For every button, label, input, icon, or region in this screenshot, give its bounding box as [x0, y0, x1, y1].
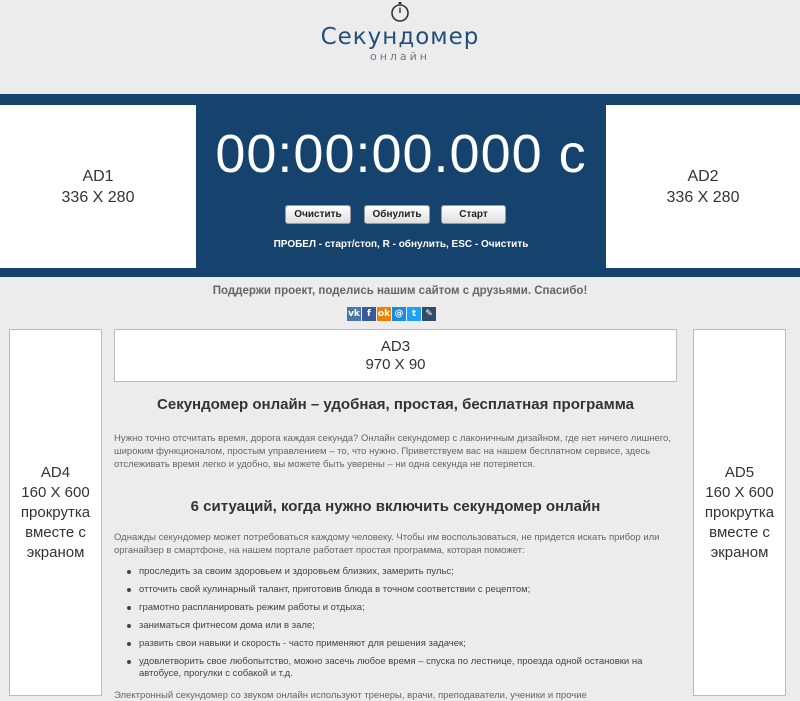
- ad-size: 160 X 600: [705, 483, 774, 501]
- ad-label: AD1: [82, 167, 114, 185]
- list-item: заниматься фитнесом дома или в зале;: [114, 620, 677, 632]
- ad-size: 160 X 600: [21, 483, 90, 501]
- ad-label: AD3: [380, 337, 411, 355]
- ad-label: AD4: [40, 463, 71, 481]
- ad-label: AD2: [687, 167, 719, 185]
- ad-note: вместе с: [709, 523, 770, 541]
- ad-slot-5[interactable]: AD5 160 X 600 прокрутка вместе с экраном: [693, 329, 786, 696]
- list-item: отточить свой кулинарный талант, пригото…: [114, 584, 677, 596]
- logo-title[interactable]: Секундомер: [0, 24, 800, 50]
- ad-slot-2[interactable]: AD2 336 X 280: [606, 105, 800, 268]
- twitter-icon[interactable]: t: [407, 307, 421, 321]
- ad-size: 970 X 90: [365, 355, 426, 373]
- article-heading: Секундомер онлайн – удобная, простая, бе…: [157, 396, 634, 413]
- site-header: Секундомер онлайн: [0, 0, 800, 94]
- use-case-list: проследить за своим здоровьем и здоровье…: [114, 566, 677, 686]
- article-subheading: 6 ситуаций, когда нужно включить секундо…: [190, 498, 601, 515]
- share-text: Поддержи проект, поделись нашим сайтом с…: [212, 285, 588, 297]
- ad-size: 336 X 280: [666, 188, 740, 206]
- ad-size: 336 X 280: [61, 188, 135, 206]
- list-item: проследить за своим здоровьем и здоровье…: [114, 566, 677, 578]
- list-item: грамотно распланировать режим работы и о…: [114, 602, 677, 614]
- facebook-icon[interactable]: f: [362, 307, 376, 321]
- keyboard-hint: ПРОБЕЛ - старт/стоп, R - обнулить, ESC -…: [273, 239, 529, 250]
- ad-slot-4[interactable]: AD4 160 X 600 прокрутка вместе с экраном: [9, 329, 102, 696]
- ad-note: прокрутка: [20, 503, 91, 521]
- article: Секундомер онлайн – удобная, простая, бе…: [114, 396, 677, 701]
- livejournal-icon[interactable]: ✎: [422, 307, 436, 321]
- list-item: развить свои навыки и скорость - часто п…: [114, 638, 677, 650]
- clear-button[interactable]: Очистить: [285, 205, 351, 224]
- stopwatch-icon: [391, 2, 409, 22]
- ad-note: экраном: [710, 543, 769, 561]
- ad-label: AD5: [724, 463, 755, 481]
- ad-note: прокрутка: [704, 503, 775, 521]
- mailru-icon[interactable]: @: [392, 307, 406, 321]
- reset-button[interactable]: Обнулить: [364, 205, 430, 224]
- share-buttons: vk f ok @ t ✎: [347, 307, 436, 321]
- ad-note: вместе с: [25, 523, 86, 541]
- timer-display: 00:00:00.000 с: [215, 124, 587, 184]
- vk-icon[interactable]: vk: [347, 307, 361, 321]
- odnoklassniki-icon[interactable]: ok: [377, 307, 391, 321]
- ad-slot-1[interactable]: AD1 336 X 280: [0, 105, 196, 268]
- ad-slot-3[interactable]: AD3 970 X 90: [114, 329, 677, 382]
- list-item: удовлетворить свое любопытство, можно за…: [114, 656, 677, 680]
- logo-subtitle: онлайн: [369, 50, 431, 63]
- ad-note: экраном: [26, 543, 85, 561]
- article-intro: Нужно точно отсчитать время, дорога кажд…: [114, 433, 671, 470]
- article-paragraph: Однажды секундомер может потребоваться к…: [114, 532, 660, 556]
- start-button[interactable]: Старт: [441, 205, 506, 224]
